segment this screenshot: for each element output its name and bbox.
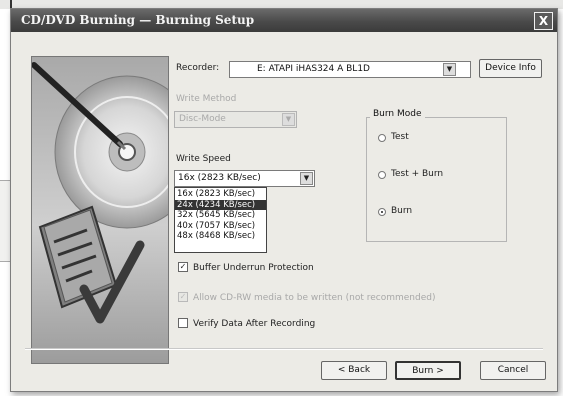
back-button[interactable]: < Back xyxy=(321,361,387,380)
burning-artwork xyxy=(31,56,200,364)
verify-data-checkbox[interactable] xyxy=(178,318,188,328)
speed-option[interactable]: 16x (2823 KB/sec) xyxy=(175,189,266,200)
burn-button[interactable]: Burn > xyxy=(395,361,461,380)
verify-data-label[interactable]: Verify Data After Recording xyxy=(193,319,315,329)
speed-option[interactable]: 48x (8468 KB/sec) xyxy=(175,231,266,242)
radio-test[interactable] xyxy=(378,134,386,142)
recorder-dropdown-arrow-icon[interactable]: ▼ xyxy=(443,63,456,76)
dialog-title: CD/DVD Burning — Burning Setup xyxy=(21,13,255,27)
device-info-button[interactable]: Device Info xyxy=(479,59,542,78)
burning-setup-dialog: CD/DVD Burning — Burning Setup X Recorde… xyxy=(10,8,558,392)
write-speed-select[interactable]: 16x (2823 KB/sec) ▼ xyxy=(174,170,315,187)
speed-option-selected[interactable]: 24x (4234 KB/sec) xyxy=(175,199,266,210)
disc-option-checkbox[interactable]: ✓ xyxy=(178,292,188,302)
recorder-value: E: ATAPI iHAS324 A BL1D xyxy=(257,64,370,74)
radio-burn-label[interactable]: Burn xyxy=(391,206,412,216)
close-button[interactable]: X xyxy=(534,12,553,30)
write-speed-dropdown-arrow-icon[interactable]: ▼ xyxy=(300,172,313,185)
burn-mode-label: Burn Mode xyxy=(370,109,425,119)
recorder-select[interactable]: E: ATAPI iHAS324 A BL1D xyxy=(229,61,471,78)
speed-option[interactable]: 32x (5645 KB/sec) xyxy=(175,210,266,221)
write-method-select[interactable]: Disc-Mode ▼ xyxy=(174,111,297,128)
write-speed-value: 16x (2823 KB/sec) xyxy=(178,173,261,183)
radio-test-label[interactable]: Test xyxy=(391,132,409,142)
recorder-label: Recorder: xyxy=(176,63,220,73)
write-speed-label: Write Speed xyxy=(176,154,231,164)
buffer-underrun-label[interactable]: Buffer Underrun Protection xyxy=(193,263,314,273)
radio-burn[interactable] xyxy=(378,208,386,216)
write-method-label: Write Method xyxy=(176,94,237,104)
write-method-value: Disc-Mode xyxy=(179,114,226,124)
write-speed-dropdown-list[interactable]: 16x (2823 KB/sec) 24x (4234 KB/sec) 32x … xyxy=(174,187,267,253)
disc-option-label: Allow CD-RW media to be written (not rec… xyxy=(193,293,436,303)
button-separator xyxy=(25,348,543,350)
close-icon: X xyxy=(538,14,549,28)
radio-test-burn[interactable] xyxy=(378,171,386,179)
burn-mode-group xyxy=(366,117,507,242)
speed-option[interactable]: 40x (7057 KB/sec) xyxy=(175,221,266,232)
cd-burning-illustration xyxy=(31,62,200,324)
cancel-button[interactable]: Cancel xyxy=(480,361,546,380)
buffer-underrun-checkbox[interactable]: ✓ xyxy=(178,262,188,272)
radio-test-burn-label[interactable]: Test + Burn xyxy=(391,169,443,179)
write-method-dropdown-arrow-icon[interactable]: ▼ xyxy=(282,113,295,126)
title-bar[interactable]: CD/DVD Burning — Burning Setup X xyxy=(11,9,557,32)
